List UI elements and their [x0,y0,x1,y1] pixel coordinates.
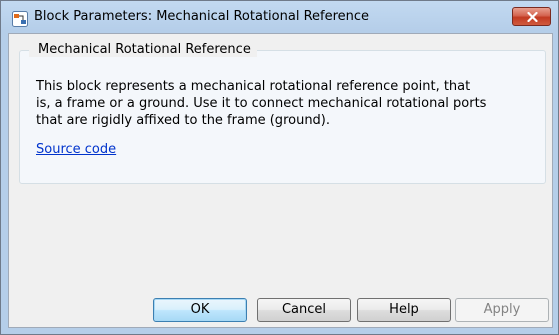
ok-button[interactable]: OK [153,298,247,322]
close-button[interactable] [512,7,551,26]
help-button[interactable]: Help [357,298,451,322]
cancel-button[interactable]: Cancel [257,298,351,322]
apply-button[interactable]: Apply [455,298,549,322]
source-code-link[interactable]: Source code [36,142,116,157]
parameters-group: Mechanical Rotational Reference This blo… [19,42,546,184]
title-bar[interactable]: Block Parameters: Mechanical Rotational … [1,1,558,33]
close-icon [527,12,538,22]
window-title: Block Parameters: Mechanical Rotational … [34,9,370,24]
block-description: This block represents a mechanical rotat… [36,79,487,128]
dialog-client-area: Mechanical Rotational Reference This blo… [8,33,553,328]
simulink-block-icon [12,11,28,27]
dialog-window: Block Parameters: Mechanical Rotational … [0,0,559,335]
group-title: Mechanical Rotational Reference [29,42,257,57]
